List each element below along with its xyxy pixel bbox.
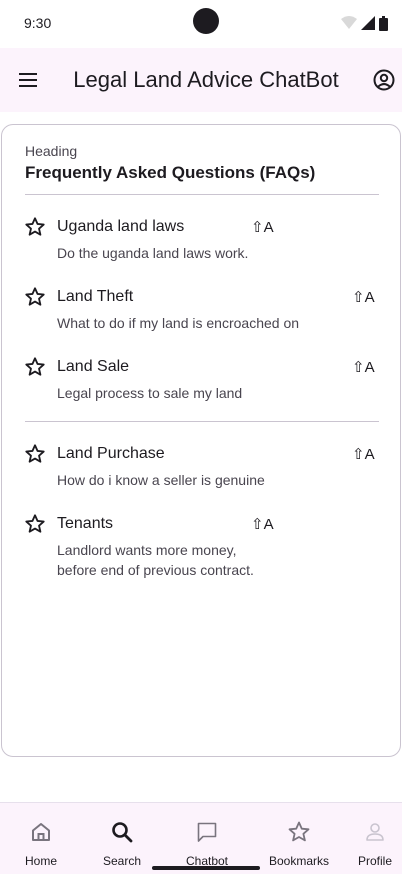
nav-label: Home [24,854,57,868]
wifi-icon [341,16,357,29]
faq-description: Do the uganda land laws work. [57,245,249,261]
top-app-bar: Legal Land Advice ChatBot [0,48,402,112]
faq-shortcut: ⇧A [352,359,375,376]
person-icon [362,819,388,845]
faq-shortcut: ⇧A [251,219,274,236]
home-icon [28,819,54,845]
card-heading: Frequently Asked Questions (FAQs) [25,163,316,182]
card-overline: Heading [25,143,78,159]
faq-description: Legal process to sale my land [57,385,243,401]
star-outline-icon[interactable] [24,443,46,465]
faq-item-land-sale[interactable]: Land Sale ⇧A Legal process to sale my la… [2,356,400,416]
faq-title: Land Purchase [57,445,165,462]
nav-item-profile[interactable]: Profile [352,803,398,874]
divider [25,194,379,195]
faq-item-uganda-land-laws[interactable]: Uganda land laws ⇧A Do the uganda land l… [2,216,400,276]
faq-item-land-theft[interactable]: Land Theft ⇧A What to do if my land is e… [2,286,400,346]
nav-item-chatbot[interactable]: Chatbot [182,803,232,874]
account-circle-icon[interactable] [372,68,396,92]
star-outline-icon[interactable] [24,513,46,535]
search-icon [109,819,135,845]
divider [25,421,379,422]
faq-title: Land Theft [57,288,134,305]
star-icon [286,819,312,845]
faq-shortcut: ⇧A [352,446,375,463]
faq-description: Landlord wants more money, before end of… [57,542,254,578]
bottom-navigation: Home Search Chatbot Bookmarks Profile [0,802,402,874]
star-outline-icon[interactable] [24,216,46,238]
faq-title: Tenants [57,515,114,532]
signal-icon [361,16,375,30]
faq-description: How do i know a seller is genuine [57,472,265,488]
faq-description: What to do if my land is encroached on [57,315,300,331]
nav-item-search[interactable]: Search [99,803,145,874]
camera-cutout [193,8,219,34]
faq-title: Land Sale [57,358,130,375]
status-time: 9:30 [24,15,52,31]
star-outline-icon[interactable] [24,286,46,308]
nav-label: Profile [357,854,392,868]
status-icons [341,15,388,31]
nav-item-home[interactable]: Home [18,803,64,874]
faq-title: Uganda land laws [57,218,185,235]
home-indicator[interactable] [152,866,260,870]
faq-item-tenants[interactable]: Tenants ⇧A Landlord wants more money, be… [2,513,400,578]
status-bar: 9:30 [0,0,402,48]
faq-shortcut: ⇧A [251,516,274,533]
chat-icon [194,819,220,845]
nav-item-bookmarks[interactable]: Bookmarks [264,803,334,874]
nav-label: Bookmarks [268,854,330,868]
star-outline-icon[interactable] [24,356,46,378]
app-title: Legal Land Advice ChatBot [73,67,339,92]
battery-icon [379,15,388,31]
faq-item-land-purchase[interactable]: Land Purchase ⇧A How do i know a seller … [2,443,400,503]
nav-label: Search [102,854,142,868]
faq-card: Heading Frequently Asked Questions (FAQs… [1,124,401,757]
faq-shortcut: ⇧A [352,289,375,306]
